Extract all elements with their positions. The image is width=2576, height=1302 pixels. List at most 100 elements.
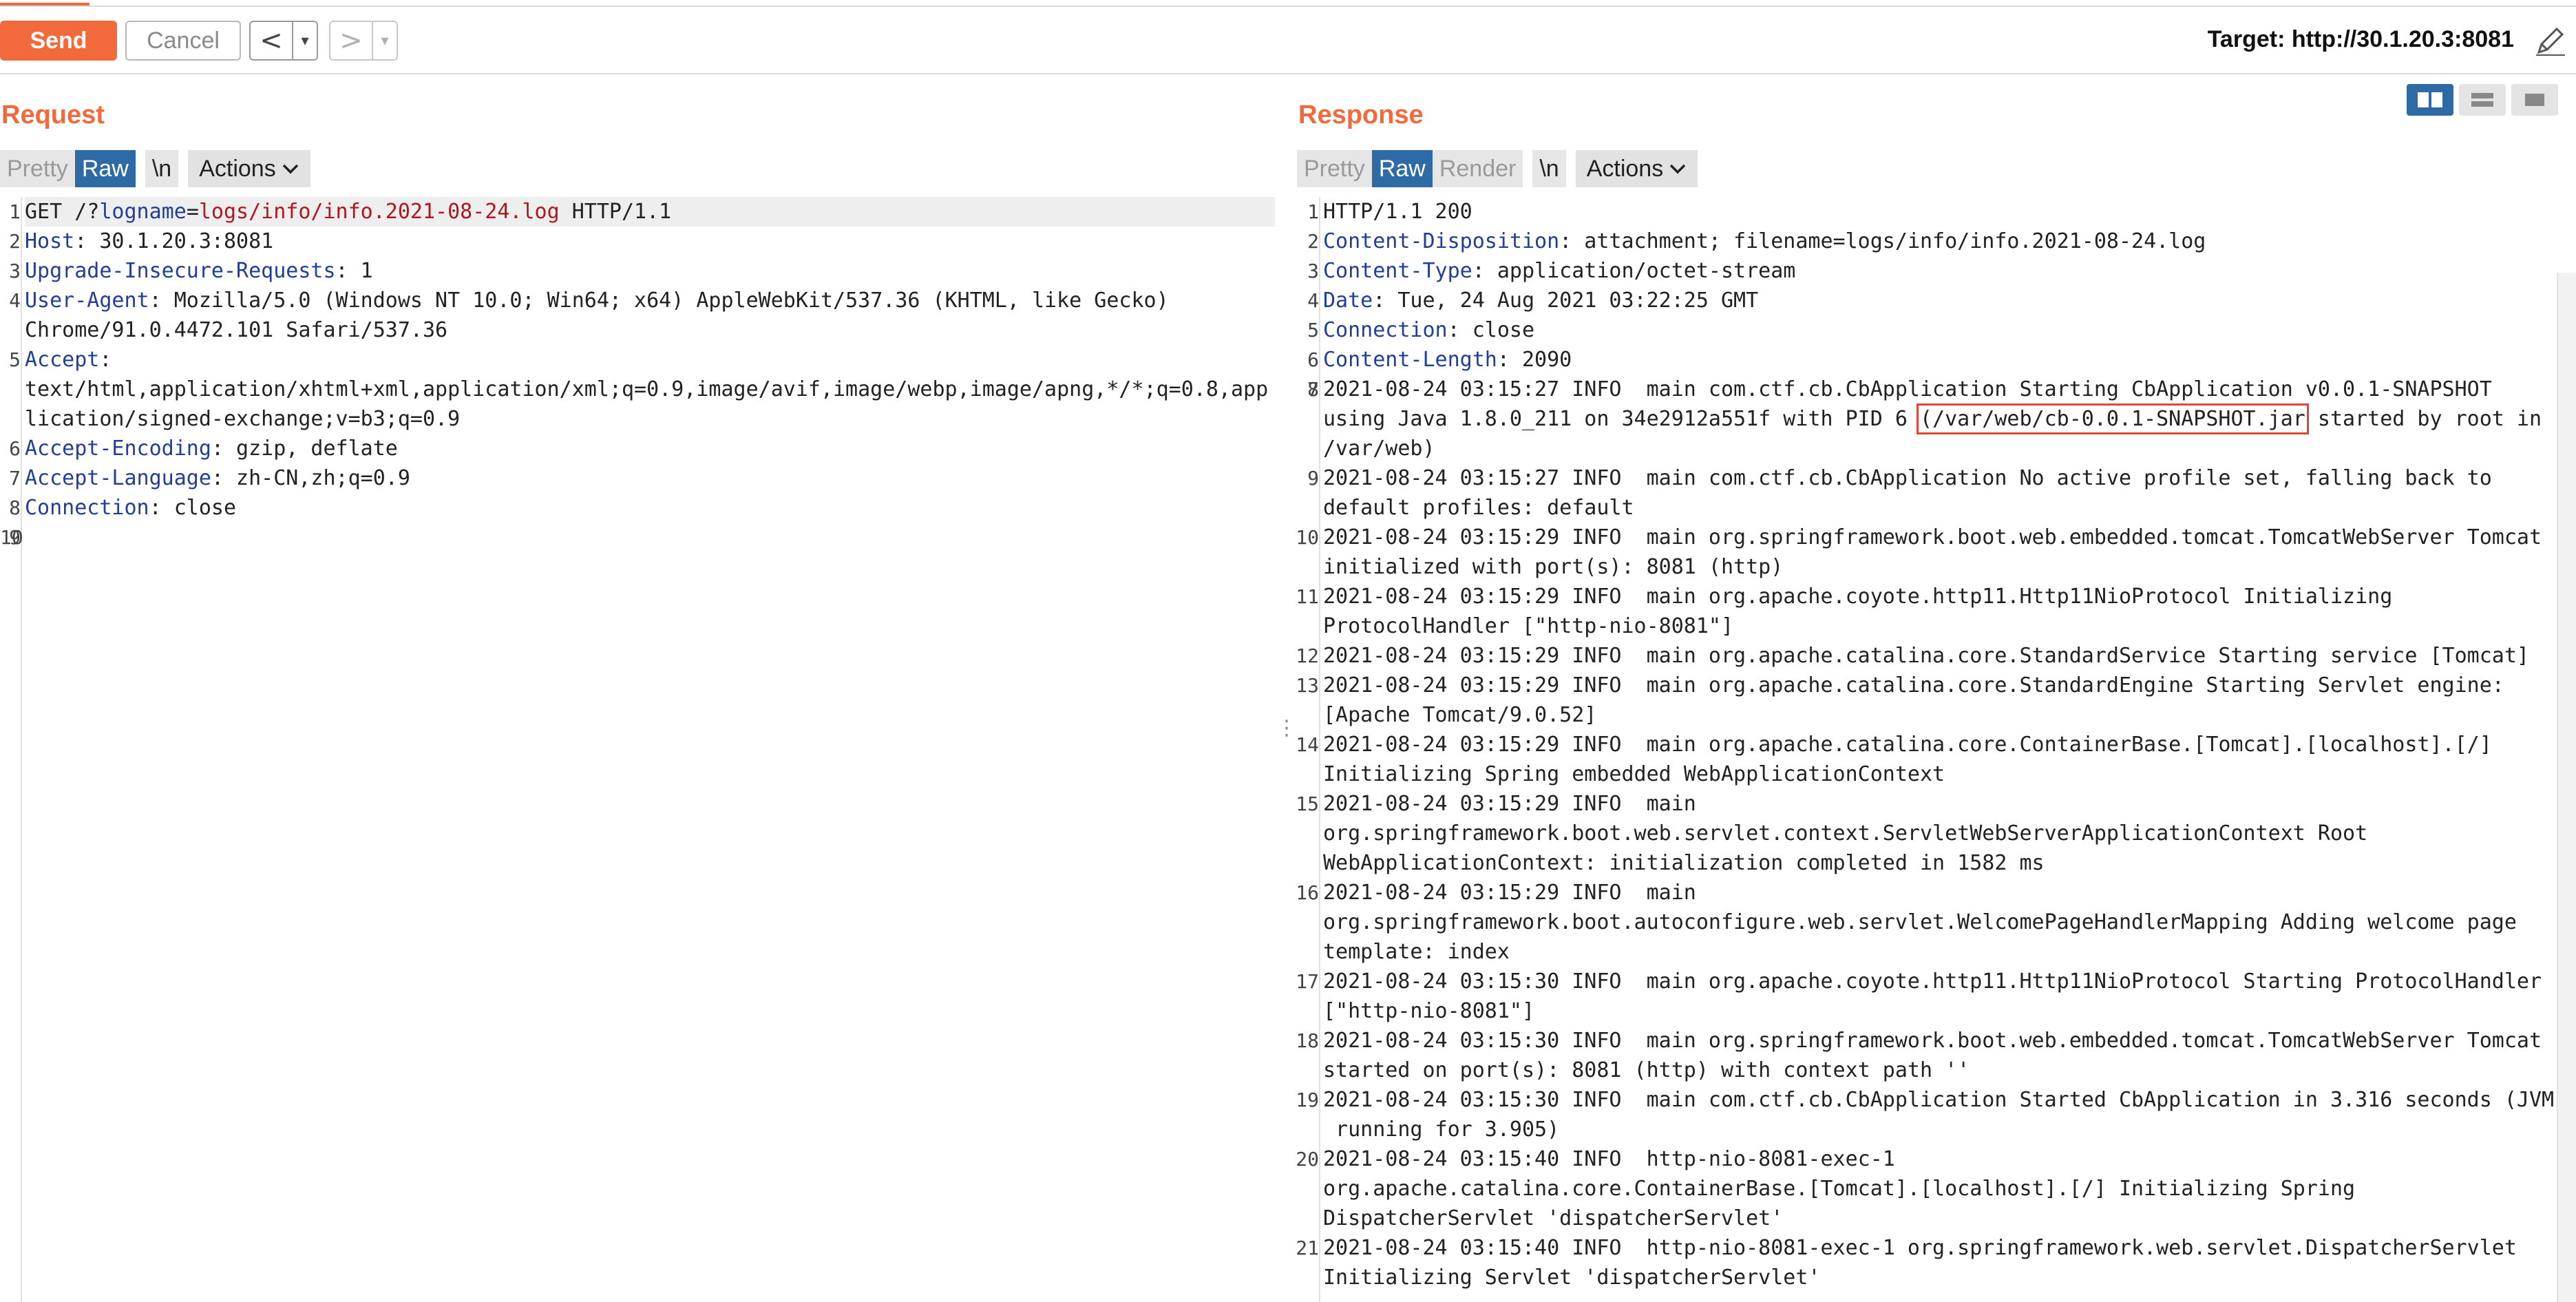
param-value: logs/info/info.2021-08-24.log: [198, 200, 560, 224]
request-method: GET /?: [25, 200, 100, 224]
chevron-down-icon: [1669, 164, 1686, 174]
param-equals: =: [186, 200, 199, 224]
toolbar-divider: [0, 73, 2576, 74]
log-line: [Apache Tomcat/9.0.52]: [1323, 700, 2576, 730]
log-line: running for 3.905): [1323, 1115, 2576, 1144]
cancel-button[interactable]: Cancel: [125, 21, 241, 61]
code-line: 5 Connection: close: [1307, 315, 2576, 345]
log-text: Initializing Spring embedded WebApplicat…: [1323, 762, 1945, 786]
header-value: lication/signed-exchange;v=b3;q=0.9: [25, 407, 461, 431]
code-line: 8 Connection: close: [9, 493, 1275, 523]
response-actions-label: Actions: [1586, 155, 1664, 182]
response-actions-menu[interactable]: Actions: [1575, 150, 1698, 187]
split-view-icon[interactable]: [2407, 84, 2453, 116]
header-key: User-Agent: [25, 288, 149, 313]
code-line: 6 Accept-Encoding: gzip, deflate: [9, 434, 1275, 463]
log-text: ProtocolHandler ["http-nio-8081"]: [1323, 614, 1734, 638]
response-body: 9 2021-08-24 03:15:27 INFO main com.ctf.c…: [1296, 463, 2576, 1292]
request-tab-raw[interactable]: Raw: [74, 150, 136, 187]
pane-resize-handle[interactable]: ⋮: [1276, 716, 1297, 744]
response-tab-pretty[interactable]: Pretty: [1297, 150, 1372, 187]
top-tab-strip: [0, 0, 2576, 7]
back-dropdown-icon[interactable]: ▾: [293, 22, 317, 59]
header-key: Host: [25, 229, 75, 253]
header-key: Date: [1323, 288, 1373, 313]
response-newline-toggle[interactable]: \n: [1532, 150, 1566, 187]
pencil-icon[interactable]: [2533, 25, 2568, 58]
header-value: : Tue, 24 Aug 2021 03:22:25 GMT: [1373, 288, 1759, 313]
code-line: lication/signed-exchange;v=b3;q=0.9: [25, 404, 1275, 434]
forward-arrow-icon[interactable]: >: [330, 22, 373, 59]
header-key: Accept: [25, 348, 100, 372]
line-number: 18: [1296, 1029, 1319, 1052]
forward-dropdown-icon[interactable]: ▾: [373, 22, 397, 59]
header-key: Upgrade-Insecure-Requests: [25, 259, 336, 283]
line-number: 19: [1296, 1089, 1319, 1111]
log-line-wrap: using Java 1.8.0_211 on 34e2912a551f wit…: [1323, 403, 2576, 434]
line-number: 6: [1307, 348, 1319, 371]
code-line: 1 GET /?logname=logs/info/info.2021-08-24…: [9, 197, 1275, 227]
code-line: 4 User-Agent: Mozilla/5.0 (Windows NT 10.…: [9, 286, 1275, 315]
response-scrollbar[interactable]: [2557, 273, 2576, 1302]
log-text: running for 3.905): [1323, 1117, 1560, 1142]
log-text: 2021-08-24 03:15:29 INFO main: [1323, 792, 1696, 816]
request-newline-toggle[interactable]: \n: [145, 150, 179, 187]
response-tab-raw[interactable]: Raw: [1371, 150, 1433, 187]
header-value: : 30.1.20.3:8081: [74, 229, 274, 253]
log-line: started on port(s): 8081 (http) with con…: [1323, 1056, 2576, 1085]
response-editor[interactable]: 1 HTTP/1.1 200 2 Content-Disposition: atta…: [1296, 197, 2576, 1302]
header-value: : 1: [335, 259, 373, 283]
log-line: Initializing Servlet 'dispatcherServlet': [1323, 1263, 2576, 1292]
header-value: : application/octet-stream: [1472, 259, 1796, 283]
line-number: 9: [1307, 467, 1319, 490]
log-line: org.springframework.boot.web.servlet.con…: [1323, 819, 2576, 848]
send-button[interactable]: Send: [0, 21, 117, 61]
log-text: using Java 1.8.0_211 on 34e2912a551f wit…: [1323, 407, 1920, 431]
log-line: DispatcherServlet 'dispatcherServlet': [1323, 1204, 2576, 1233]
log-line: org.springframework.boot.autoconfigure.w…: [1323, 907, 2576, 937]
log-text: 2021-08-24 03:15:29 INFO main org.apache…: [1323, 585, 2393, 609]
back-arrow-icon[interactable]: <: [251, 22, 293, 59]
log-line: 8 2021-08-24 03:15:27 INFO main com.ctf.c…: [1307, 375, 2576, 404]
log-line: default profiles: default: [1323, 493, 2576, 523]
history-forward-group: > ▾: [329, 21, 398, 61]
response-code[interactable]: 1 HTTP/1.1 200 2 Content-Disposition: atta…: [1296, 197, 2576, 1302]
single-view-icon[interactable]: [2511, 84, 2558, 116]
header-key: Content-Disposition: [1323, 229, 1560, 253]
param-key: logname: [99, 200, 187, 224]
horizontal-view-icon[interactable]: [2459, 84, 2506, 116]
code-line: 3 Upgrade-Insecure-Requests: 1: [9, 256, 1275, 286]
code-line: 7 Accept-Language: zh-CN,zh;q=0.9: [9, 463, 1275, 493]
chevron-down-icon: [282, 164, 298, 174]
line-number: 3: [9, 260, 21, 282]
line-number: 15: [1296, 792, 1319, 815]
header-value: : gzip, deflate: [211, 437, 398, 461]
log-text: 2021-08-24 03:15:27 INFO main com.ctf.cb…: [1323, 466, 2492, 490]
request-view-tabs: Pretty Raw \n Actions: [0, 150, 310, 187]
log-line: 21 2021-08-24 03:15:40 INFO http-nio-8081…: [1296, 1233, 2576, 1263]
log-text: 2021-08-24 03:15:29 INFO main org.apache…: [1323, 733, 2492, 757]
line-number: 8: [9, 496, 21, 519]
request-code[interactable]: 1 GET /?logname=logs/info/info.2021-08-24…: [0, 197, 1275, 1302]
request-editor[interactable]: 1 GET /?logname=logs/info/info.2021-08-24…: [0, 197, 1275, 1302]
header-value: Chrome/91.0.4472.101 Safari/537.36: [25, 318, 448, 342]
response-tab-render[interactable]: Render: [1432, 150, 1523, 187]
code-line: text/html,application/xhtml+xml,applicat…: [25, 375, 1275, 404]
log-text: DispatcherServlet 'dispatcherServlet': [1323, 1206, 1784, 1230]
request-title: Request: [1, 101, 105, 129]
header-value: :: [99, 348, 112, 372]
log-text: 2021-08-24 03:15:40 INFO http-nio-8081-e…: [1323, 1147, 1895, 1171]
log-line: template: index: [1323, 937, 2576, 967]
log-line: 20 2021-08-24 03:15:40 INFO http-nio-8081…: [1296, 1144, 2576, 1174]
line-number: 1: [1307, 200, 1319, 223]
log-text: org.springframework.boot.web.servlet.con…: [1323, 821, 2368, 846]
request-tab-pretty[interactable]: Pretty: [0, 150, 75, 187]
line-number: 2: [9, 230, 21, 253]
response-pane: Response Pretty Raw Render \n Actions 1H…: [1296, 76, 2576, 1302]
toolbar: Send Cancel < ▾ > ▾ Target: http://30.1.…: [0, 14, 2576, 67]
log-line: WebApplicationContext: initialization co…: [1323, 848, 2576, 878]
line-number: 2: [1307, 230, 1319, 253]
jar-path-highlight: (/var/web/cb-0.0.1-SNAPSHOT.jar: [1916, 403, 2309, 434]
request-actions-menu[interactable]: Actions: [188, 150, 310, 187]
log-line: ["http-nio-8081"]: [1323, 996, 2576, 1026]
